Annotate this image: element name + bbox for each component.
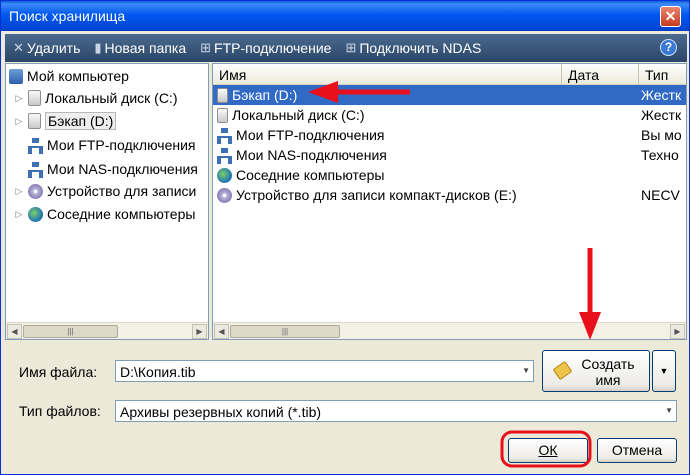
tree-item-label: Бэкап (D:)	[45, 112, 117, 130]
network-icon	[28, 206, 43, 222]
scroll-left-icon[interactable]: ◀	[7, 324, 22, 339]
ftp-icon	[217, 128, 232, 144]
ok-label: ОК	[538, 442, 558, 458]
list-item-name: Локальный диск (C:)	[232, 107, 365, 123]
window-title: Поиск хранилища	[9, 8, 126, 24]
nas-icon	[28, 162, 43, 178]
chevron-down-icon: ▼	[659, 366, 669, 376]
column-header-date[interactable]: Дата	[562, 64, 639, 85]
generate-name-button[interactable]: Создать имя	[542, 350, 650, 392]
expand-icon[interactable]: ▷	[14, 93, 24, 104]
list-item-type: Вы мо	[641, 127, 682, 143]
cd-icon	[217, 187, 232, 203]
folder-icon: ▮	[94, 40, 102, 55]
tree-item-cd-writer[interactable]: ▷ Устройство для записи	[14, 180, 197, 202]
scroll-right-icon[interactable]: ▶	[670, 324, 685, 339]
expand-icon[interactable]: ▷	[14, 186, 24, 197]
cd-icon	[28, 183, 43, 199]
list-horizontal-scrollbar[interactable]: ◀ ||| ▶	[213, 322, 686, 339]
list-item-name: Мои FTP-подключения	[236, 127, 385, 143]
storage-search-dialog: Поиск хранилища ✕ ✕ Удалить ▮ Новая папк…	[0, 0, 690, 475]
chevron-down-icon[interactable]: ▼	[522, 366, 530, 375]
close-button[interactable]: ✕	[660, 6, 681, 27]
list-item-network[interactable]: Соседние компьютеры	[213, 165, 686, 185]
tree-item-backup-d[interactable]: ▷ Бэкап (D:)	[14, 110, 117, 132]
tree-item-nas-connections[interactable]: Мои NAS-подключения	[28, 158, 198, 180]
tag-icon	[552, 360, 573, 381]
list-item-name: Бэкап (D:)	[232, 87, 298, 103]
tree-item-ftp-connections[interactable]: Мои FTP-подключения	[28, 134, 196, 156]
delete-button[interactable]: ✕ Удалить	[13, 40, 80, 56]
connect-ndas-label: Подключить NDAS	[359, 40, 482, 56]
list-item-backup-d[interactable]: Бэкап (D:) Жестк	[213, 85, 686, 105]
tree-horizontal-scrollbar[interactable]: ◀ ||| ▶	[6, 322, 208, 339]
delete-icon: ✕	[13, 40, 24, 55]
tree-item-label: Соседние компьютеры	[47, 206, 196, 222]
scrollbar-thumb[interactable]: |||	[23, 325, 118, 338]
list-item-type: Жестк	[641, 107, 682, 123]
filename-label: Имя файла:	[19, 364, 98, 380]
generate-name-dropdown[interactable]: ▼	[652, 350, 676, 392]
filename-field[interactable]: D:\Копия.tib ▼	[115, 360, 534, 382]
list-item-name: Мои NAS-подключения	[236, 147, 387, 163]
disk-icon	[28, 90, 41, 106]
new-folder-button[interactable]: ▮ Новая папка	[94, 40, 186, 56]
list-item-name: Устройство для записи компакт-дисков (E:…	[236, 187, 517, 203]
filename-value: D:\Копия.tib	[120, 364, 196, 380]
list-item-local-disk-c[interactable]: Локальный диск (C:) Жестк	[213, 105, 686, 125]
filetype-value: Архивы резервных копий (*.tib)	[120, 404, 322, 420]
generate-name-line2: имя	[595, 372, 621, 388]
list-item-cd-writer[interactable]: Устройство для записи компакт-дисков (E:…	[213, 185, 686, 205]
tree-item-label: Мой компьютер	[27, 68, 129, 84]
ftp-connection-label: FTP-подключение	[214, 40, 332, 56]
tree-item-label: Мои NAS-подключения	[47, 161, 198, 177]
tree-item-label: Устройство для записи	[47, 183, 197, 199]
column-header-name[interactable]: Имя	[213, 64, 562, 85]
ftp-connection-button[interactable]: ⊞ FTP-подключение	[200, 40, 331, 56]
list-item-nas-connections[interactable]: Мои NAS-подключения Техно	[213, 145, 686, 165]
disk-icon	[28, 113, 41, 129]
cancel-label: Отмена	[611, 442, 663, 458]
disk-icon	[217, 107, 228, 123]
list-item-ftp-connections[interactable]: Мои FTP-подключения Вы мо	[213, 125, 686, 145]
expand-icon[interactable]: ▷	[14, 116, 24, 127]
tree-item-label: Мои FTP-подключения	[47, 137, 196, 153]
scrollbar-thumb[interactable]: |||	[230, 325, 340, 338]
delete-label: Удалить	[26, 40, 81, 56]
column-header-type[interactable]: Тип	[639, 64, 686, 85]
new-folder-label: Новая папка	[104, 40, 187, 56]
ndas-icon: ⊞	[345, 40, 357, 55]
help-icon[interactable]: ?	[660, 39, 677, 56]
title-bar[interactable]: Поиск хранилища ✕	[1, 1, 689, 31]
toolbar: ✕ Удалить ▮ Новая папка ⊞ FTP-подключени…	[5, 34, 687, 62]
list-item-type: Техно	[641, 147, 679, 163]
generate-name-line1: Создать	[581, 356, 635, 372]
ftp-icon: ⊞	[200, 40, 212, 55]
list-item-name: Соседние компьютеры	[236, 167, 385, 183]
scroll-left-icon[interactable]: ◀	[214, 324, 229, 339]
list-item-type: Жестк	[641, 87, 682, 103]
expand-icon[interactable]: ▷	[14, 209, 24, 220]
tree-item-local-disk-c[interactable]: ▷ Локальный диск (C:)	[14, 87, 178, 109]
scroll-right-icon[interactable]: ▶	[192, 324, 207, 339]
folder-tree[interactable]: Мой компьютер ▷ Локальный диск (C:) ▷ Бэ…	[5, 63, 209, 340]
computer-icon	[9, 68, 23, 84]
nas-icon	[217, 148, 232, 164]
disk-icon	[217, 87, 228, 103]
filetype-label: Тип файлов:	[19, 403, 101, 419]
filetype-select[interactable]: Архивы резервных копий (*.tib) ▼	[115, 400, 677, 422]
connect-ndas-button[interactable]: ⊞ Подключить NDAS	[345, 40, 481, 56]
ok-button[interactable]: ОК	[508, 438, 588, 463]
tree-item-my-computer[interactable]: Мой компьютер	[9, 65, 129, 87]
list-item-type: NECV	[641, 187, 680, 203]
tree-item-label: Локальный диск (C:)	[45, 90, 178, 106]
network-icon	[217, 167, 232, 183]
file-list[interactable]: Имя Дата Тип Бэкап (D:) Жестк Локальный …	[212, 63, 687, 340]
chevron-down-icon[interactable]: ▼	[665, 406, 673, 415]
tree-item-network[interactable]: ▷ Соседние компьютеры	[14, 203, 196, 225]
cancel-button[interactable]: Отмена	[597, 438, 677, 463]
ftp-icon	[28, 138, 43, 154]
close-icon: ✕	[664, 8, 677, 24]
